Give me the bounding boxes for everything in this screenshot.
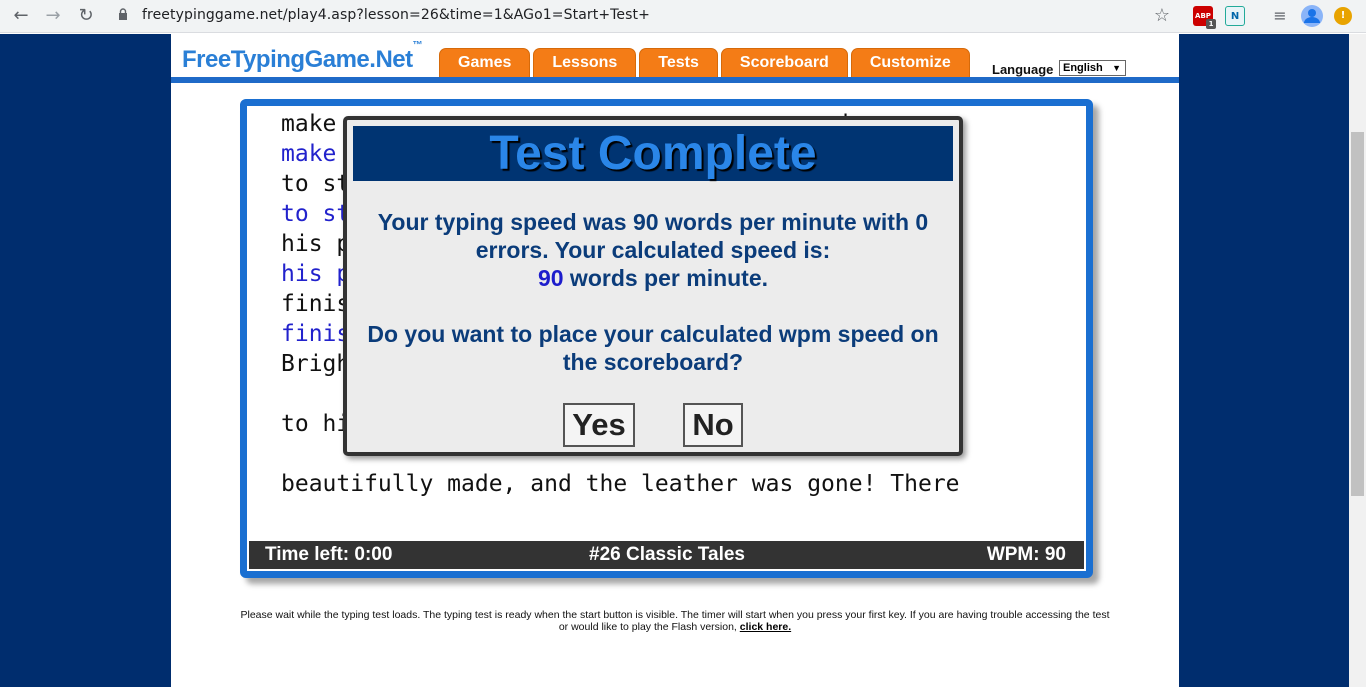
time-left: Time left: 0:00 [265, 544, 393, 565]
tab-games[interactable]: Games [439, 48, 531, 77]
scoreboard-question: Do you want to place your calculated wpm… [353, 320, 953, 376]
flash-version-link[interactable]: click here. [740, 621, 791, 633]
media-queue-icon[interactable]: ≡ [1268, 5, 1292, 27]
yes-button[interactable]: Yes [563, 403, 635, 447]
question-line-1: Do you want to place your calculated wpm… [367, 321, 939, 347]
reference-text-line: to hi [281, 411, 351, 437]
browser-toolbar: ← → ↻ freetypinggame.net/play4.asp?lesso… [0, 0, 1366, 33]
result-message: Your typing speed was 90 words per minut… [353, 208, 953, 292]
address-bar[interactable]: freetypinggame.net/play4.asp?lesson=26&t… [142, 7, 650, 23]
result-line-1: Your typing speed was 90 words per minut… [377, 209, 929, 235]
header-divider [171, 77, 1179, 83]
reference-text-line: beautifully made, and the leather was go… [281, 471, 960, 497]
status-bar: Time left: 0:00 #26 Classic Tales WPM: 9… [249, 541, 1084, 569]
question-line-2: the scoreboard? [562, 349, 744, 375]
tab-customize[interactable]: Customize [850, 48, 970, 77]
calculated-speed-suffix: words per minute. [563, 265, 769, 291]
dropdown-arrow-icon: ▼ [1112, 63, 1121, 73]
result-line-2: errors. Your calculated speed is: [475, 237, 831, 263]
loading-note: Please wait while the typing test loads.… [235, 609, 1115, 633]
language-label: Language [992, 62, 1054, 77]
loading-note-text: Please wait while the typing test loads.… [240, 609, 1110, 633]
page-scrollbar[interactable] [1349, 34, 1366, 687]
tab-lessons[interactable]: Lessons [533, 48, 637, 77]
adblock-extension-icon[interactable]: ABP 1 [1193, 6, 1216, 29]
profile-avatar-icon[interactable] [1300, 4, 1324, 28]
forward-arrow-icon[interactable]: → [41, 5, 65, 27]
tab-tests[interactable]: Tests [639, 48, 718, 77]
logo-trademark: ™ [412, 40, 423, 51]
n-extension-icon[interactable]: N [1225, 6, 1245, 26]
bookmark-star-icon[interactable]: ☆ [1150, 5, 1174, 27]
typed-text-line: finis [281, 321, 351, 347]
main-nav-tabs: Games Lessons Tests Scoreboard Customize [439, 48, 970, 77]
lesson-name: #26 Classic Tales [589, 544, 745, 565]
scrollbar-thumb[interactable] [1351, 132, 1364, 496]
result-line-3: 90 words per minute. [353, 264, 953, 292]
no-button[interactable]: No [683, 403, 743, 447]
calculated-speed: 90 [537, 265, 564, 291]
back-arrow-icon[interactable]: ← [9, 5, 33, 27]
reference-text-line: finis [281, 291, 351, 317]
logo-text: FreeTypingGame.Net [182, 46, 413, 73]
language-value: English [1063, 62, 1103, 74]
tab-scoreboard[interactable]: Scoreboard [720, 48, 848, 77]
wpm-readout: WPM: 90 [986, 544, 1066, 565]
dialog-title: Test Complete [353, 126, 953, 181]
site-logo[interactable]: FreeTypingGame.Net™ [182, 40, 423, 74]
reload-icon[interactable]: ↻ [74, 5, 98, 27]
lock-icon [119, 8, 127, 20]
adblock-count-badge: 1 [1206, 19, 1216, 29]
update-alert-icon[interactable]: ! [1334, 7, 1352, 25]
language-select[interactable]: English ▼ [1059, 60, 1126, 76]
